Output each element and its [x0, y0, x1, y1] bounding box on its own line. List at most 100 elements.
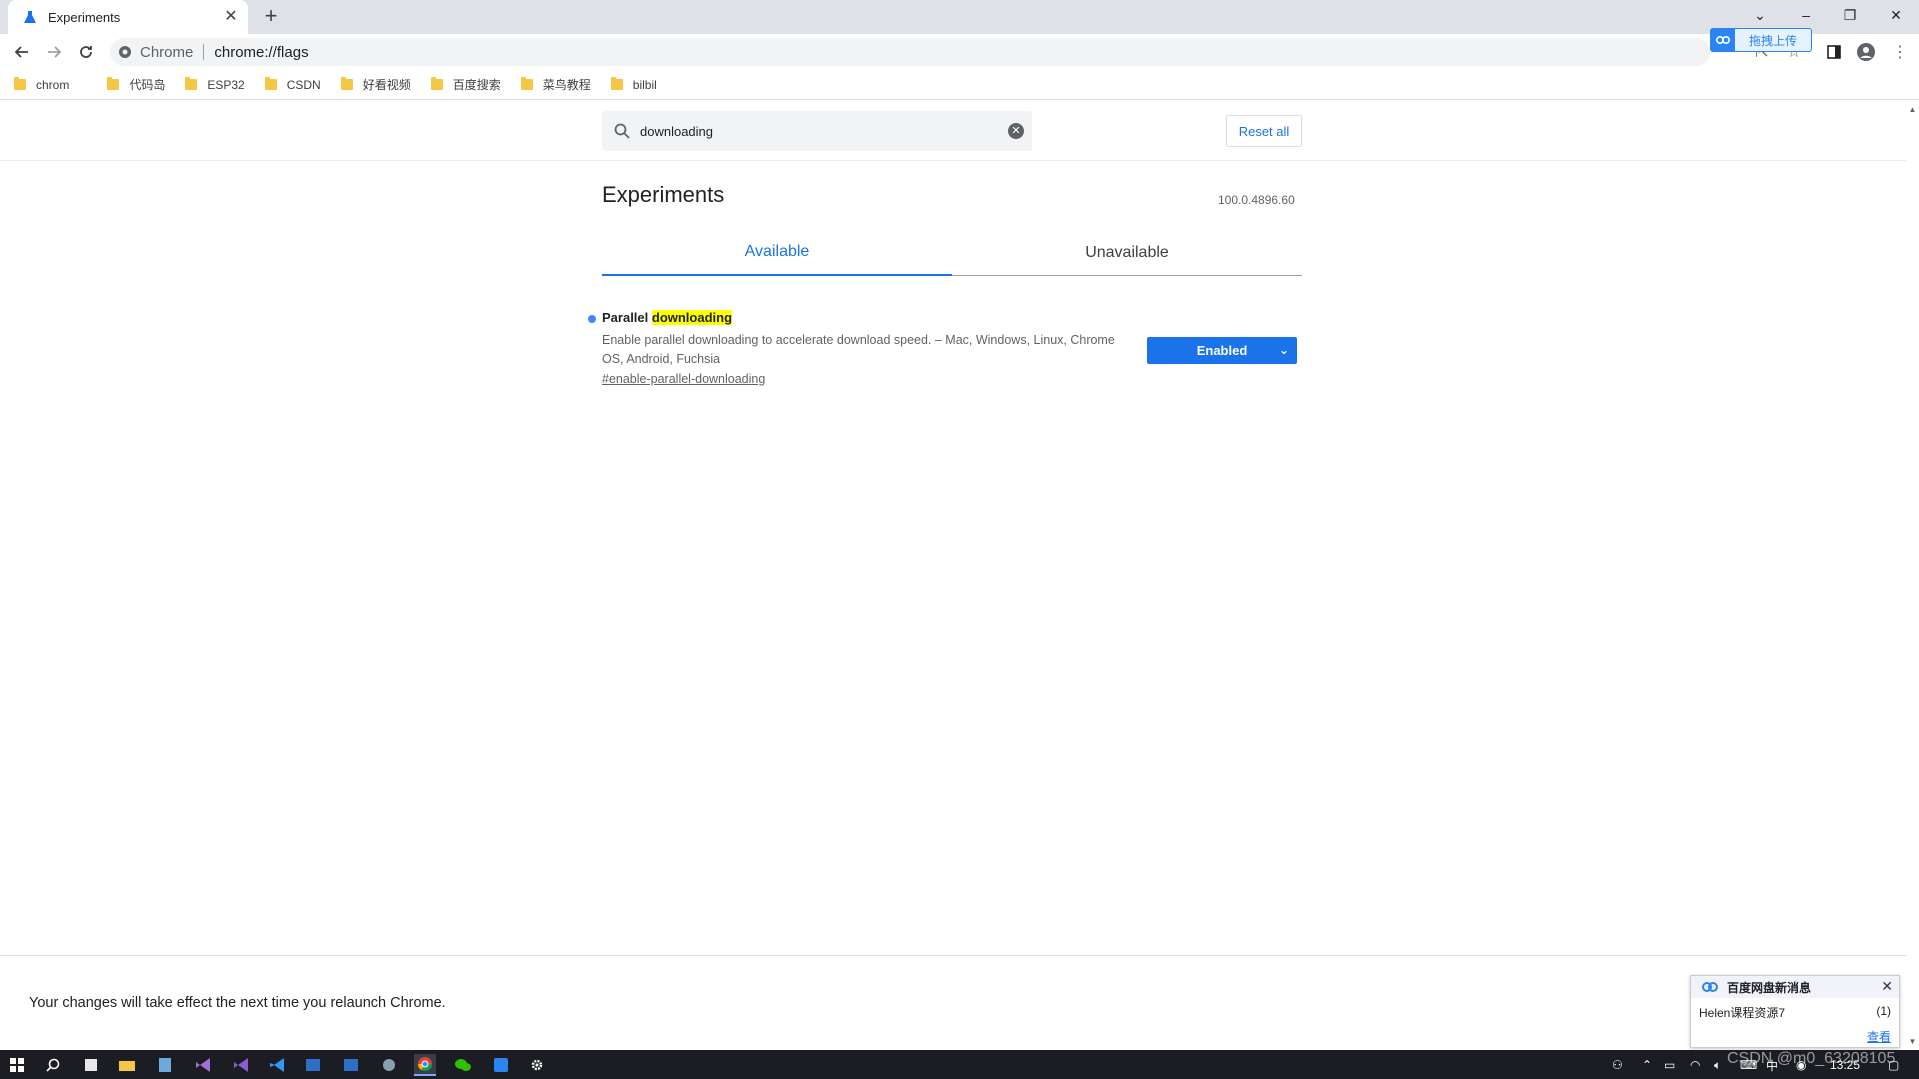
network-tool-icon[interactable]: [378, 1054, 400, 1076]
tab-unavailable[interactable]: Unavailable: [952, 230, 1302, 276]
wifi-icon[interactable]: ◠: [1690, 1056, 1700, 1074]
flags-search-box[interactable]: ✕: [602, 111, 1032, 151]
notification-count: (1): [1876, 1004, 1891, 1018]
bookmark-item[interactable]: CSDN: [264, 77, 321, 92]
omnibox-url[interactable]: chrome://flags: [214, 44, 308, 61]
bookmark-item[interactable]: 代码岛: [107, 76, 165, 93]
baidu-upload-widget[interactable]: 拖拽上传: [1710, 28, 1812, 52]
flag-name-highlight: downloading: [651, 310, 733, 325]
file-explorer-icon[interactable]: [116, 1054, 138, 1076]
vscode-icon[interactable]: [266, 1054, 288, 1076]
version-label: 100.0.4896.60: [1218, 193, 1295, 207]
flag-anchor-link[interactable]: #enable-parallel-downloading: [602, 372, 765, 386]
csdn-watermark: CSDN @m0_63208105: [1727, 1050, 1896, 1067]
visual-studio-icon[interactable]: [192, 1054, 214, 1076]
reload-icon: [80, 46, 92, 58]
restore-button[interactable]: ❐: [1830, 0, 1870, 30]
bookmark-label: chrom: [36, 77, 70, 92]
bookmark-item[interactable]: chrom: [14, 77, 70, 92]
baidu-notification: 百度网盘新消息 ✕ Helen课程资源7 (1) 查看: [1690, 975, 1900, 1048]
relaunch-message: Your changes will take effect the next t…: [29, 995, 446, 1011]
page-title: Experiments: [602, 182, 725, 207]
chevron-up-icon[interactable]: ⌃: [1642, 1056, 1652, 1074]
bookmarks-bar: chrom 代码岛 ESP32 CSDN 好看视频 百度搜索 菜鸟教程 bilb…: [0, 70, 1919, 100]
modified-indicator-dot: [588, 315, 596, 323]
bookmark-label: 百度搜索: [452, 78, 501, 92]
wechat-icon[interactable]: [452, 1054, 474, 1076]
visual-studio-icon[interactable]: [230, 1054, 252, 1076]
baidu-netdisk-icon[interactable]: [490, 1054, 512, 1076]
tab-available[interactable]: Available: [602, 230, 952, 276]
bookmark-item[interactable]: bilbil: [610, 77, 657, 92]
powershell-icon[interactable]: [340, 1054, 362, 1076]
back-button[interactable]: [10, 40, 34, 64]
profile-avatar-icon[interactable]: [1856, 42, 1876, 62]
bookmark-label: 代码岛: [129, 78, 166, 92]
close-tab-icon[interactable]: ✕: [222, 8, 240, 26]
baidu-upload-label: 拖拽上传: [1749, 33, 1798, 48]
folder-icon: [185, 77, 198, 90]
bookmark-label: ESP32: [207, 77, 245, 92]
reload-button[interactable]: [74, 40, 98, 64]
bookmark-item[interactable]: 百度搜索: [430, 76, 501, 93]
flag-state-select[interactable]: Enabled ⌄: [1147, 337, 1297, 364]
arrow-left-icon: [14, 46, 28, 58]
bookmark-item[interactable]: 菜鸟教程: [520, 76, 591, 93]
forward-button[interactable]: [42, 40, 66, 64]
bookmark-label: 菜鸟教程: [542, 78, 591, 92]
folder-icon: [264, 77, 277, 90]
settings-gear-icon[interactable]: [526, 1054, 548, 1076]
flags-search-header: ✕ Reset all: [0, 101, 1906, 161]
folder-icon: [14, 77, 26, 90]
minimize-button[interactable]: –: [1786, 0, 1826, 30]
tab-strip: Experiments ✕ + ⌄ – ❐ ✕: [0, 0, 1919, 34]
notepad-app-icon[interactable]: [80, 1054, 102, 1076]
arrow-right-icon: [48, 46, 62, 58]
folder-icon: [610, 77, 623, 90]
people-icon[interactable]: ⚇: [1612, 1056, 1623, 1074]
menu-icon[interactable]: ⋮: [1890, 42, 1910, 62]
scroll-up-arrow-icon[interactable]: ▲: [1908, 105, 1917, 114]
close-window-button[interactable]: ✕: [1876, 0, 1916, 30]
bookmark-label: 好看视频: [362, 78, 411, 92]
folder-icon: [340, 77, 353, 90]
chevron-down-icon: ⌄: [1278, 343, 1289, 357]
folder-icon: [107, 77, 120, 90]
volume-icon[interactable]: 🔈︎: [1714, 1056, 1721, 1074]
reset-all-button[interactable]: Reset all: [1226, 115, 1302, 147]
notification-view-link[interactable]: 查看: [1867, 1028, 1891, 1045]
chrome-taskbar-icon[interactable]: [414, 1054, 436, 1076]
baidu-cloud-icon: [1711, 29, 1735, 51]
clear-search-icon[interactable]: ✕: [1008, 123, 1024, 139]
close-icon[interactable]: ✕: [1881, 978, 1893, 995]
flask-icon: [22, 9, 38, 25]
windows-taskbar: ⚇ ⌃ ▭ ◠ 🔈︎ ⌨ 中 ◉ 13:25 ▢: [0, 1050, 1919, 1079]
powershell-icon[interactable]: [302, 1054, 324, 1076]
bookmark-item[interactable]: ESP32: [185, 77, 245, 92]
folder-icon: [430, 77, 443, 90]
omnibox-divider: [203, 44, 205, 60]
document-app-icon[interactable]: [154, 1054, 176, 1076]
search-icon: [612, 121, 632, 141]
tab-title: Experiments: [48, 9, 121, 25]
tab-experiments[interactable]: Experiments ✕: [8, 0, 248, 34]
flag-name: Parallel downloading: [602, 310, 733, 325]
page-scrollbar[interactable]: ▲ ▼: [1906, 101, 1919, 1050]
flag-name-prefix: Parallel: [602, 310, 652, 325]
battery-icon[interactable]: ▭: [1664, 1056, 1675, 1074]
side-panel-icon[interactable]: [1824, 42, 1844, 62]
notification-item: Helen课程资源7: [1699, 1006, 1786, 1020]
bookmark-label: CSDN: [286, 77, 321, 92]
search-icon[interactable]: [42, 1054, 64, 1076]
flag-state-value: Enabled: [1196, 343, 1248, 358]
start-windows-icon[interactable]: [6, 1054, 28, 1076]
chrome-icon: [119, 46, 131, 58]
new-tab-button[interactable]: +: [260, 5, 282, 28]
scroll-down-arrow-icon[interactable]: ▼: [1908, 1037, 1917, 1046]
bookmark-item[interactable]: 好看视频: [340, 76, 411, 93]
omnibox[interactable]: Chrome chrome://flags: [110, 38, 1710, 66]
bookmark-label: bilbil: [632, 77, 657, 92]
tab-search-button[interactable]: ⌄: [1740, 0, 1780, 30]
search-input[interactable]: [640, 123, 1000, 139]
toolbar: Chrome chrome://flags ⇱ ☆ ⋮: [0, 34, 1919, 70]
